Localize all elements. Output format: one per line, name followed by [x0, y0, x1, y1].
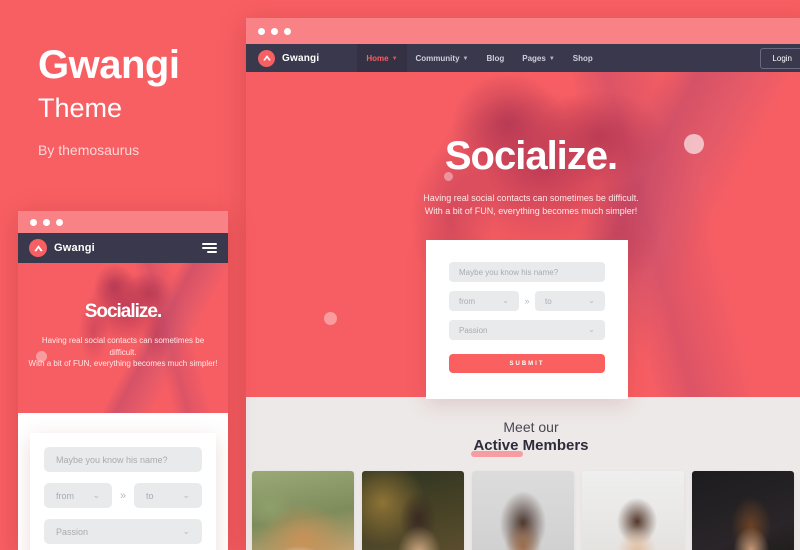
range-separator-icon: »: [524, 296, 530, 306]
nav-item-home-label: Home: [366, 53, 389, 63]
passion-select[interactable]: Passion ⌄: [449, 320, 605, 340]
member-card[interactable]: [252, 471, 354, 550]
member-photo: [362, 471, 464, 550]
age-range-row: from ⌄ » to ⌄: [44, 483, 202, 508]
promo-author: By themosaurus: [38, 141, 140, 158]
member-photo: [692, 471, 794, 550]
title-underline-decoration: [471, 451, 524, 457]
age-to-value: to: [146, 490, 154, 501]
promo-subtitle: Theme: [38, 93, 123, 123]
hero-subtitle-line-2: With a bit of FUN, everything becomes mu…: [424, 206, 638, 217]
chevron-down-icon: ⌄: [182, 526, 190, 536]
chevron-down-icon: ⌄: [502, 296, 509, 305]
chevron-down-icon: ⌄: [182, 490, 190, 500]
hamburger-bar: [202, 247, 217, 249]
mobile-preview-window: Gwangi Socialize. Having real social con…: [18, 211, 228, 550]
age-from-select[interactable]: from ⌄: [449, 291, 519, 311]
window-dot-minimize[interactable]: [43, 218, 50, 226]
search-name-input[interactable]: Maybe you know his name?: [44, 447, 202, 472]
brand-name: Gwangi: [54, 242, 95, 254]
age-to-select[interactable]: to ⌄: [535, 291, 605, 311]
promo-title: Gwangi: [38, 43, 180, 87]
nav-item-community[interactable]: Community ▼: [407, 44, 478, 72]
hero-section: Socialize. Having real social contacts c…: [18, 263, 228, 413]
chevron-down-icon: ▼: [548, 56, 555, 62]
chevron-down-icon: ⌄: [588, 325, 595, 334]
hero-subtitle-line-1: Having real social contacts can sometime…: [423, 193, 639, 203]
submit-button[interactable]: SUBMIT: [449, 354, 605, 373]
age-from-select[interactable]: from ⌄: [44, 483, 112, 508]
site-navbar: Gwangi Home ▼ Community ▼ Blog Pages ▼ S…: [246, 44, 800, 72]
window-dot-close[interactable]: [258, 27, 265, 35]
age-to-select[interactable]: to ⌄: [134, 483, 202, 508]
age-from-value: from: [56, 490, 74, 501]
chevron-down-icon: ⌄: [588, 296, 595, 305]
passion-value: Passion: [56, 526, 89, 537]
age-range-row: from ⌄ » to ⌄: [449, 291, 605, 311]
chevron-down-icon: ▼: [462, 56, 469, 62]
members-kicker: Meet our: [503, 419, 559, 435]
window-titlebar: [18, 211, 228, 233]
nav-item-pages[interactable]: Pages ▼: [513, 44, 564, 72]
nav-item-pages-label: Pages: [522, 53, 546, 63]
hero-title: Socialize.: [84, 301, 163, 322]
member-card[interactable]: [362, 471, 464, 550]
chevron-down-icon: ⌄: [92, 490, 100, 500]
member-card[interactable]: [692, 471, 794, 550]
member-photo: [472, 471, 574, 550]
site-navbar: Gwangi: [18, 233, 228, 263]
age-to-value: to: [545, 296, 552, 306]
nav-item-home[interactable]: Home ▼: [357, 44, 407, 72]
nav-item-community-label: Community: [415, 53, 460, 63]
search-form-card: Maybe you know his name? from ⌄ » to ⌄ P…: [30, 433, 216, 550]
passion-value: Passion: [459, 325, 488, 335]
members-section: Meet our Active Members: [246, 397, 800, 550]
range-separator-icon: »: [119, 489, 127, 502]
brand-name: Gwangi: [282, 52, 320, 64]
member-photo: [582, 471, 684, 550]
window-dot-close[interactable]: [30, 218, 37, 226]
nav-item-blog[interactable]: Blog: [477, 44, 513, 72]
screenshot-root: Gwangi Theme By themosaurus Gwangi Home: [0, 0, 800, 550]
promo-block: Gwangi Theme By themosaurus: [38, 44, 238, 158]
nav-item-shop[interactable]: Shop: [564, 44, 602, 72]
site-brand[interactable]: Gwangi: [258, 49, 320, 67]
hamburger-bar: [207, 251, 217, 253]
logo-icon: [258, 49, 275, 67]
window-dot-minimize[interactable]: [271, 27, 278, 35]
window-titlebar: [246, 18, 800, 44]
logo-icon: [29, 239, 47, 257]
hamburger-icon[interactable]: [202, 243, 217, 253]
hero-subtitle-line-1: Having real social contacts can sometime…: [41, 336, 205, 357]
member-card[interactable]: [582, 471, 684, 550]
search-name-input[interactable]: Maybe you know his name?: [449, 262, 605, 282]
member-card[interactable]: [472, 471, 574, 550]
window-dot-maximize[interactable]: [284, 27, 291, 35]
members-card-list: [246, 471, 800, 550]
primary-nav: Home ▼ Community ▼ Blog Pages ▼ Shop: [357, 44, 601, 72]
hero-subtitle-line-2: With a bit of FUN, everything becomes mu…: [28, 359, 218, 369]
login-button[interactable]: Login: [760, 47, 800, 69]
desktop-preview-window: Gwangi Home ▼ Community ▼ Blog Pages ▼ S…: [246, 18, 800, 550]
member-photo: [252, 471, 354, 550]
nav-item-shop-label: Shop: [572, 53, 593, 63]
search-form-card: Maybe you know his name? from ⌄ » to ⌄ P…: [426, 240, 628, 399]
chevron-down-icon: ▼: [391, 56, 398, 62]
passion-select[interactable]: Passion ⌄: [44, 519, 202, 544]
window-dot-maximize[interactable]: [56, 218, 63, 226]
nav-item-blog-label: Blog: [486, 53, 505, 63]
hero-subtitle: Having real social contacts can sometime…: [18, 335, 228, 370]
hero-subtitle: Having real social contacts can sometime…: [423, 192, 638, 218]
members-title: Active Members: [471, 438, 589, 457]
age-from-value: from: [459, 296, 475, 306]
site-brand[interactable]: Gwangi: [29, 239, 95, 257]
hamburger-bar: [202, 243, 217, 245]
hero-content: Socialize. Having real social contacts c…: [18, 263, 228, 413]
hero-title: Socialize.: [444, 134, 618, 178]
